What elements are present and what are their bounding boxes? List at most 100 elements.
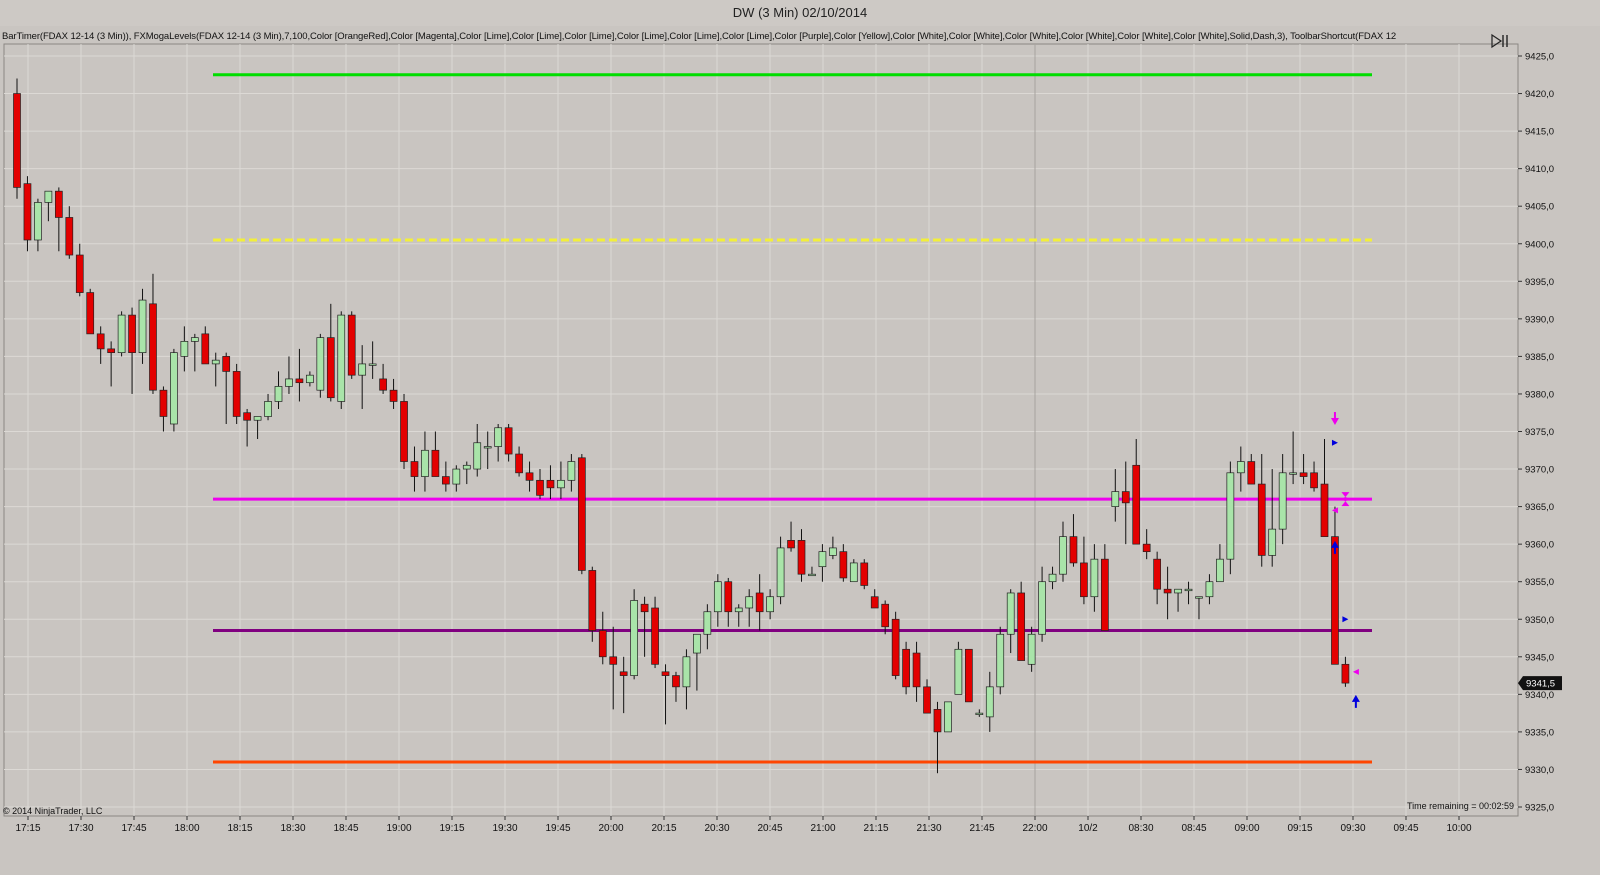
candle-body: [170, 352, 178, 425]
candle-body: [619, 671, 628, 676]
candle-body: [870, 596, 879, 609]
candle-body: [1195, 596, 1203, 599]
candle-body: [337, 314, 346, 402]
candle-body: [713, 581, 722, 613]
candle-body: [421, 449, 429, 477]
candle-body: [379, 378, 387, 391]
y-tick-label: 9420,0: [1525, 89, 1554, 100]
candle-body: [1038, 581, 1046, 635]
y-tick-label: 9390,0: [1525, 314, 1554, 325]
candle-body: [1017, 592, 1026, 661]
candle-body: [588, 570, 597, 631]
candle-body: [75, 254, 84, 293]
candle-body: [44, 190, 53, 203]
candle-body: [609, 656, 618, 665]
candle-up: [316, 333, 325, 398]
candle-down: [347, 311, 356, 379]
candle-body: [557, 479, 565, 489]
candle-body: [274, 386, 283, 402]
candle-body: [1205, 581, 1214, 598]
y-tick-label: 9425,0: [1525, 52, 1554, 63]
candle-body: [682, 656, 691, 688]
x-tick-label: 09:45: [1393, 823, 1418, 834]
candle-body: [745, 596, 754, 609]
candle-body: [1090, 558, 1099, 598]
candle-body: [734, 607, 743, 613]
candle-body: [1080, 562, 1088, 598]
candle-body: [128, 314, 136, 353]
x-tick-label: 19:15: [439, 823, 464, 834]
x-tick-label: 22:00: [1022, 823, 1047, 834]
x-tick-label: 18:15: [227, 823, 252, 834]
candle-body: [1257, 483, 1266, 556]
candle-up: [630, 589, 638, 680]
candle-body: [1289, 472, 1297, 475]
candle-body: [243, 412, 251, 421]
candle-body: [358, 363, 367, 376]
y-tick-label: 9370,0: [1525, 465, 1554, 476]
candle-body: [442, 476, 450, 485]
candle-body: [891, 618, 900, 676]
price-chart[interactable]: 9425,0 9420,0 9415,0 9410,0 9405,0 9400,0 9395…: [0, 26, 1600, 875]
y-tick-label: 9380,0: [1525, 389, 1554, 400]
fullscreen-icon[interactable]: [1490, 33, 1510, 49]
candle-body: [180, 341, 189, 357]
candle-up: [1226, 461, 1235, 575]
candle-body: [797, 540, 806, 575]
candle-down: [891, 611, 900, 680]
x-tick-label: 08:30: [1128, 823, 1153, 834]
candle-body: [525, 472, 534, 481]
candle-body: [1278, 472, 1287, 530]
y-tick-label: 9355,0: [1525, 577, 1554, 588]
candle-body: [201, 333, 210, 365]
y-tick-label: 9350,0: [1525, 615, 1554, 626]
candle-body: [1331, 536, 1339, 665]
candle-body: [1059, 536, 1067, 575]
candle-body: [567, 461, 576, 481]
candle-body: [1226, 472, 1235, 560]
x-tick-label: 17:15: [15, 823, 40, 834]
x-tick-label: 20:00: [598, 823, 623, 834]
y-tick-label: 9325,0: [1525, 803, 1554, 814]
y-tick-label: 9375,0: [1525, 427, 1554, 438]
candle-body: [222, 356, 231, 372]
x-tick-label: 10:00: [1446, 823, 1471, 834]
candle-body: [703, 611, 712, 635]
candle-body: [138, 299, 147, 353]
candle-body: [473, 442, 482, 470]
x-tick-label: 21:30: [916, 823, 941, 834]
x-tick-label: 19:30: [492, 823, 517, 834]
candle-body: [1142, 543, 1151, 553]
x-tick-label: 21:15: [863, 823, 888, 834]
candle-body: [818, 551, 827, 568]
chart-frame[interactable]: 9425,0 9420,0 9415,0 9410,0 9405,0 9400,0 9395…: [0, 26, 1600, 875]
grid-layer: [3, 43, 1519, 817]
candle-body: [295, 378, 304, 384]
candle-body: [577, 457, 586, 571]
candle-body: [253, 416, 262, 421]
y-tick-label: 9385,0: [1525, 352, 1554, 363]
candle-body: [766, 596, 774, 613]
window-title: DW (3 Min) 02/10/2014: [0, 0, 1600, 26]
candle-body: [232, 371, 241, 417]
candle-body: [1048, 573, 1057, 583]
y-tick-label: 9340,0: [1525, 690, 1554, 701]
candle-body: [159, 389, 168, 417]
candle-body: [651, 607, 659, 665]
candle-body: [944, 701, 952, 733]
time-remaining-label: Time remaining = 00:02:59: [1407, 801, 1514, 811]
candle-body: [1216, 558, 1224, 583]
candle-body: [536, 479, 544, 496]
candle-body: [452, 468, 461, 485]
candle-body: [515, 453, 523, 474]
candle-body: [368, 363, 377, 366]
candle-body: [776, 547, 785, 598]
candle-body: [13, 93, 21, 188]
candle-body: [1247, 461, 1256, 485]
candle-body: [410, 461, 419, 477]
candle-down: [588, 566, 597, 642]
candle-body: [1153, 558, 1161, 590]
candle-down: [577, 454, 586, 575]
candle-body: [923, 686, 931, 714]
candle-body: [808, 573, 816, 577]
